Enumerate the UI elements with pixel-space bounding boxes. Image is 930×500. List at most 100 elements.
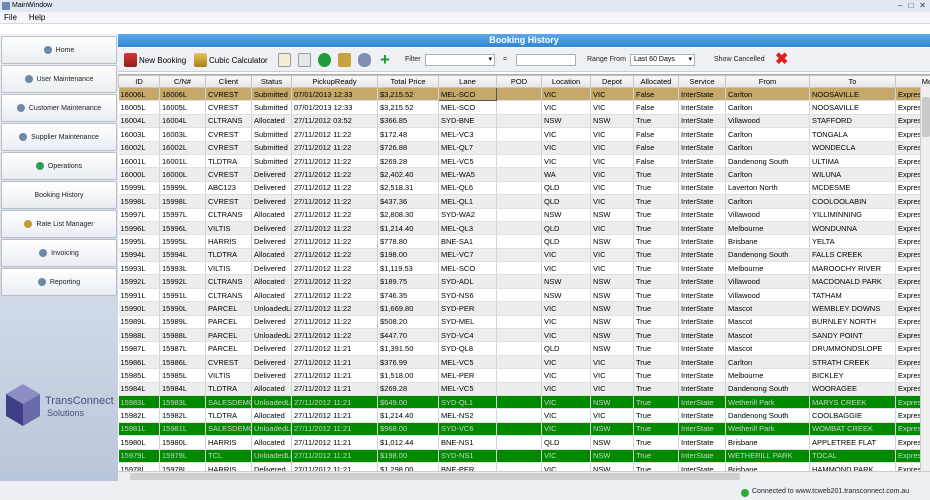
table-row[interactable]: 15992L 15992L CLTRANS Allocated 27/11/2012 1… bbox=[118, 274, 930, 289]
table-cell bbox=[496, 274, 542, 289]
table-row[interactable]: 15993L 15993L VILTIS Delivered 27/11/2012 11… bbox=[118, 261, 930, 276]
table-cell bbox=[496, 114, 542, 129]
table-cell bbox=[496, 100, 542, 115]
column-header[interactable]: ID bbox=[118, 75, 160, 88]
table-row[interactable]: 16005L 16005L CVREST Submitted 07/01/2013 12… bbox=[118, 100, 930, 115]
table-cell: True bbox=[633, 181, 679, 196]
minimize-icon[interactable]: – bbox=[898, 0, 902, 12]
table-cell: 27/11/2012 11:21 bbox=[291, 422, 378, 437]
nav-customer-maintenance-button[interactable]: Customer Maintenance bbox=[1, 94, 117, 122]
maximize-icon[interactable]: □ bbox=[908, 0, 913, 12]
clear-filter-button[interactable]: ✖ bbox=[775, 52, 788, 68]
table-cell: FALLS CREEK bbox=[809, 248, 896, 263]
add-button[interactable]: + bbox=[380, 51, 390, 68]
table-row[interactable]: 16002L 16002L CVREST Submitted 27/11/2012 11… bbox=[118, 141, 930, 155]
table-row[interactable]: 15978L 15978L HARRIS Delivered 27/11/2012 11… bbox=[118, 462, 930, 471]
column-header[interactable]: Allocated bbox=[633, 75, 679, 88]
column-header[interactable]: Service bbox=[678, 75, 726, 88]
column-header[interactable]: POD bbox=[496, 75, 542, 88]
column-header[interactable]: Location bbox=[541, 75, 591, 88]
table-cell: $778.80 bbox=[377, 234, 439, 249]
column-header[interactable]: To bbox=[809, 75, 896, 88]
scroll-thumb[interactable] bbox=[130, 473, 740, 480]
nav-booking-history-button[interactable]: Booking History bbox=[1, 181, 117, 209]
table-row[interactable]: 15984L 15984L TLDTRA Allocated 27/11/2012 11… bbox=[118, 382, 930, 396]
table-row[interactable]: 15991L 15991L CLTRANS Allocated 27/11/2012 1… bbox=[118, 288, 930, 303]
column-header[interactable]: Mo bbox=[895, 75, 930, 88]
table-cell: Submitted bbox=[251, 87, 292, 102]
table-cell: MEL-QL7 bbox=[438, 141, 497, 155]
title-bar: MainWindow – □ ✕ bbox=[0, 0, 930, 12]
nav-reporting-button[interactable]: Reporting bbox=[1, 268, 117, 296]
table-row[interactable]: 15985L 15985L VILTIS Delivered 27/11/2012 11… bbox=[118, 368, 930, 383]
new-booking-button[interactable]: New Booking bbox=[124, 52, 186, 68]
table-row[interactable]: 16004L 16004L CLTRANS Allocated 27/11/2012 0… bbox=[118, 114, 930, 129]
attach-button[interactable] bbox=[358, 52, 371, 68]
table-row[interactable]: 15999L 15999L ABC123 Delivered 27/11/2012 11… bbox=[118, 181, 930, 196]
table-cell: VIC bbox=[541, 127, 591, 142]
nav-home-button[interactable]: Home bbox=[1, 36, 117, 64]
table-cell: MEL-PER bbox=[438, 368, 497, 383]
table-cell: 15981L bbox=[159, 422, 206, 437]
table-row[interactable]: 15980L 15980L HARRIS Allocated 27/11/2012 11… bbox=[118, 435, 930, 450]
table-row[interactable]: 16001L 16001L TLDTRA Submitted 27/11/2012 11… bbox=[118, 154, 930, 169]
column-header[interactable]: Depot bbox=[590, 75, 634, 88]
table-cell: PARCEL bbox=[205, 341, 252, 356]
column-header[interactable]: Client bbox=[205, 75, 252, 88]
nav-user-maintenance-button[interactable]: User Maintenance bbox=[1, 65, 117, 93]
column-header[interactable]: PickupReady bbox=[291, 75, 378, 88]
table-cell: 16000L bbox=[159, 167, 206, 182]
close-icon[interactable]: ✕ bbox=[919, 0, 926, 12]
table-row[interactable]: 15989L 15989L PARCEL Delivered 27/11/2012 11… bbox=[118, 315, 930, 330]
nav-invoicing-button[interactable]: Invoicing bbox=[1, 239, 117, 267]
table-cell: PARCEL bbox=[205, 301, 252, 316]
column-header[interactable]: Lane bbox=[438, 75, 497, 88]
table-cell: CVREST bbox=[205, 355, 252, 370]
booking-grid: ID C/N# Client Status PickupReady Total Price… bbox=[118, 74, 930, 471]
show-cancelled-toggle[interactable]: Show Cancelled bbox=[714, 54, 765, 66]
table-row[interactable]: 16003L 16003L CVREST Submitted 27/11/2012 11… bbox=[118, 127, 930, 142]
vertical-scrollbar[interactable] bbox=[920, 87, 930, 471]
table-row[interactable]: 15994L 15994L TLDTRA Allocated 27/11/2012 11… bbox=[118, 248, 930, 263]
table-cell: 16003L bbox=[159, 127, 206, 142]
cubic-calculator-button[interactable]: Cubic Calculator bbox=[194, 52, 268, 68]
table-row[interactable]: 15996L 15996L VILTIS Delivered 27/11/2012 11… bbox=[118, 221, 930, 236]
table-row[interactable]: 15990L15990LPARCELUnloadedLin27/11/2012 … bbox=[118, 301, 930, 316]
filter-field-dropdown[interactable]: ▾ bbox=[425, 54, 495, 66]
table-row[interactable]: 15998L 15998L CVREST Delivered 27/11/2012 11… bbox=[118, 194, 930, 209]
table-row[interactable]: 15986L 15986L CVREST Delivered 27/11/2012 11… bbox=[118, 355, 930, 370]
price-button[interactable] bbox=[318, 52, 331, 68]
menu-file[interactable]: File bbox=[4, 12, 17, 23]
horizontal-scrollbar[interactable] bbox=[118, 471, 930, 481]
edit-button[interactable] bbox=[278, 52, 291, 68]
table-cell: 16003L bbox=[118, 127, 160, 142]
menu-help[interactable]: Help bbox=[29, 12, 45, 23]
table-row[interactable]: 16006L 16006L CVREST Submitted 07/01/2013 12… bbox=[118, 86, 930, 102]
filter-value-input[interactable] bbox=[516, 54, 576, 66]
nav-supplier-maintenance-button[interactable]: Supplier Maintenance bbox=[1, 123, 117, 151]
table-cell: COOLOOLABIN bbox=[809, 194, 896, 209]
table-row[interactable]: 15983L15983LSALESDEMOUnloadedLin27/11/20… bbox=[118, 395, 930, 410]
table-row[interactable]: 15982L 15982L TLDTRA Allocated 27/11/2012 11… bbox=[118, 408, 930, 423]
nav-operations-button[interactable]: Operations bbox=[1, 152, 117, 180]
table-row[interactable]: 15995L 15995L HARRIS Delivered 27/11/2012 11… bbox=[118, 234, 930, 249]
table-cell: VIC bbox=[541, 301, 591, 316]
table-row[interactable]: 15981L15981LSALESDEMOUnloadedLin27/11/20… bbox=[118, 422, 930, 437]
scales-icon bbox=[338, 53, 351, 67]
table-row[interactable]: 15988L15988LPARCELUnloadedLin27/11/2012 … bbox=[118, 328, 930, 343]
table-row[interactable]: 16000L 16000L CVREST Delivered 27/11/2012 11… bbox=[118, 167, 930, 182]
table-row[interactable]: 15997L 15997L CLTRANS Allocated 27/11/2012 1… bbox=[118, 208, 930, 222]
column-header[interactable]: From bbox=[725, 75, 810, 88]
copy-button[interactable] bbox=[298, 52, 311, 68]
table-row[interactable]: 15979L15979LTCLUnloadedLin27/11/2012 11:… bbox=[118, 449, 930, 463]
table-cell bbox=[496, 435, 542, 450]
scroll-thumb[interactable] bbox=[922, 97, 930, 137]
range-select[interactable]: Last 60 Days ▾ bbox=[630, 54, 695, 66]
scales-button[interactable] bbox=[338, 52, 351, 68]
table-cell: 15996L bbox=[159, 221, 206, 236]
nav-rate-list-manager-button[interactable]: Rate List Manager bbox=[1, 210, 117, 238]
column-header[interactable]: C/N# bbox=[159, 75, 206, 88]
column-header[interactable]: Total Price bbox=[377, 75, 439, 88]
column-header[interactable]: Status bbox=[251, 75, 292, 88]
table-row[interactable]: 15987L 15987L PARCEL Delivered 27/11/2012 11… bbox=[118, 341, 930, 356]
